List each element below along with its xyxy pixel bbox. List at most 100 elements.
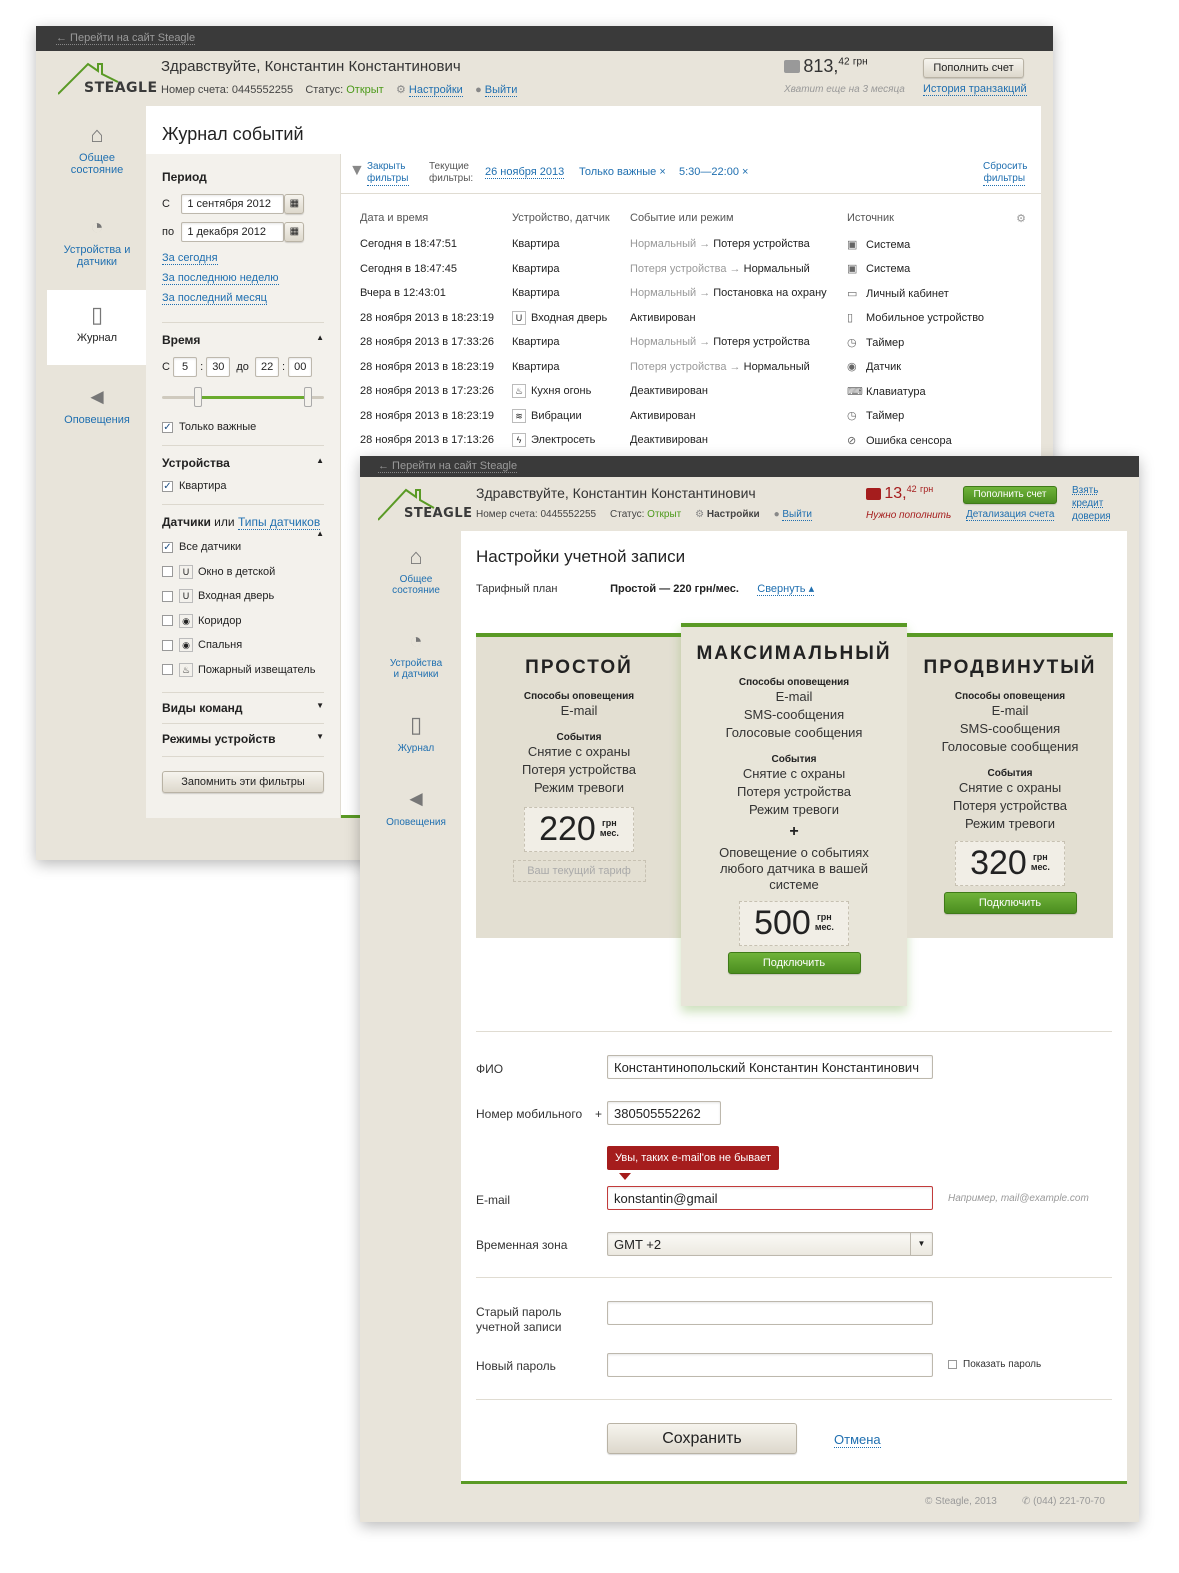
save-button[interactable]: Сохранить bbox=[607, 1423, 797, 1454]
checkbox-checked[interactable]: ✓ bbox=[162, 421, 173, 433]
dropdown-arrow-icon[interactable]: ▼ bbox=[910, 1233, 932, 1255]
back-to-site-link[interactable]: ← Перейти на сайт Steagle bbox=[378, 460, 518, 473]
col-event[interactable]: Событие или режим bbox=[630, 204, 847, 232]
sensor-item[interactable]: ◉ Спальня bbox=[162, 633, 324, 658]
commands-section[interactable]: Виды команд ▼ bbox=[162, 701, 324, 715]
nav-notifications[interactable]: ◄ Оповещения bbox=[47, 384, 147, 426]
nav-devices[interactable]: ◔ Устройства и датчики bbox=[47, 214, 147, 268]
filter-chip-important[interactable]: Только важные × bbox=[579, 166, 666, 178]
checkbox[interactable] bbox=[162, 615, 173, 627]
collapse-arrow-icon[interactable]: ▲ bbox=[316, 529, 324, 538]
save-filters-button[interactable]: Запомнить эти фильтры bbox=[162, 771, 324, 793]
reset-filters-link[interactable]: Сбросить фильтры bbox=[983, 161, 1027, 186]
checkbox-checked[interactable]: ✓ bbox=[162, 480, 173, 492]
nav-devices-label: Устройства и датчики bbox=[389, 658, 443, 680]
nav-journal[interactable]: ▯ Журнал bbox=[366, 712, 466, 754]
min-to-input[interactable]: 00 bbox=[288, 357, 313, 377]
quick-today[interactable]: За сегодня bbox=[162, 252, 218, 265]
eye-icon: ◉ bbox=[179, 613, 193, 628]
checkbox[interactable] bbox=[162, 566, 173, 578]
cancel-link[interactable]: Отмена bbox=[834, 1432, 881, 1448]
topup-button[interactable]: Пополнить счет bbox=[923, 58, 1024, 78]
table-row[interactable]: 28 ноября 2013 в 17:33:26 Квартира Нормаль… bbox=[360, 330, 1026, 355]
table-row[interactable]: 28 ноября 2013 в 18:23:19 Квартира Потеря … bbox=[360, 355, 1026, 380]
settings-link[interactable]: Настройки bbox=[408, 84, 463, 97]
hour-to-input[interactable]: 22 bbox=[254, 357, 279, 377]
checkbox[interactable] bbox=[948, 1359, 957, 1369]
filter-chip-date[interactable]: 26 ноября 2013 bbox=[485, 166, 565, 179]
quick-week[interactable]: За последнюю неделю bbox=[162, 272, 279, 285]
table-row[interactable]: 28 ноября 2013 в 18:23:19 U Входная дверь … bbox=[360, 306, 1026, 331]
email-input[interactable]: konstantin@gmail bbox=[607, 1186, 933, 1210]
logout-link[interactable]: Выйти bbox=[782, 509, 812, 521]
hour-from-input[interactable]: 5 bbox=[173, 357, 198, 377]
cell-device: Квартира bbox=[512, 287, 560, 300]
logout-link[interactable]: Выйти bbox=[484, 84, 518, 97]
new-password-input[interactable] bbox=[607, 1353, 933, 1377]
cell-date: 28 ноября 2013 в 18:23:19 bbox=[360, 360, 494, 373]
slider-handle-right[interactable] bbox=[304, 387, 312, 407]
cell-source: ◷ Таймер bbox=[847, 336, 905, 349]
events-label: События bbox=[556, 732, 602, 743]
nav-notifications[interactable]: ◄ Оповещения bbox=[366, 786, 466, 828]
sensor-item[interactable]: ◉ Коридор bbox=[162, 609, 324, 634]
table-row[interactable]: Сегодня в 18:47:51 Квартира Нормальный → П… bbox=[360, 232, 1026, 257]
topup-button[interactable]: Пополнить счет bbox=[963, 486, 1057, 504]
phone-input[interactable]: 380505552262 bbox=[607, 1101, 721, 1125]
checkbox[interactable] bbox=[162, 664, 173, 676]
sensor-item[interactable]: ♨ Пожарный извещатель bbox=[162, 658, 324, 683]
col-date[interactable]: Дата и время bbox=[360, 204, 512, 232]
nav-journal-active[interactable]: ▯ Журнал bbox=[47, 290, 147, 365]
checkbox[interactable] bbox=[162, 590, 173, 602]
device-apartment[interactable]: ✓ Квартира bbox=[162, 480, 324, 492]
connect-button[interactable]: Подключить bbox=[727, 952, 861, 974]
table-row[interactable]: 28 ноября 2013 в 17:13:26 ϟ Электросеть Де… bbox=[360, 428, 1026, 453]
back-to-site-link[interactable]: ← Перейти на сайт Steagle bbox=[56, 32, 196, 45]
old-password-input[interactable] bbox=[607, 1301, 933, 1325]
close-filters-link[interactable]: Закрыть фильтры bbox=[367, 161, 409, 186]
slider-handle-left[interactable] bbox=[194, 387, 202, 407]
show-password-toggle[interactable]: Показать пароль bbox=[948, 1359, 1041, 1370]
nav-overview[interactable]: ⌂ Общее состояние bbox=[47, 122, 147, 176]
device-icon: ♨ bbox=[512, 384, 526, 399]
sensor-item[interactable]: U Окно в детской bbox=[162, 560, 324, 585]
timezone-select[interactable]: GMT +2 ▼ bbox=[607, 1232, 933, 1256]
funnel-icon[interactable]: ▼ bbox=[349, 162, 365, 180]
collapse-link[interactable]: Свернуть ▴ bbox=[757, 583, 815, 596]
connect-button[interactable]: Подключить bbox=[943, 892, 1077, 914]
sensor-item[interactable]: ✓ Все датчики bbox=[162, 535, 324, 560]
sensor-list: ✓ Все датчики U Окно в детской U Входная дв… bbox=[162, 535, 324, 682]
checkbox-checked[interactable]: ✓ bbox=[162, 541, 173, 553]
sensor-item[interactable]: U Входная дверь bbox=[162, 584, 324, 609]
filter-chip-time[interactable]: 5:30—22:00 × bbox=[679, 166, 748, 178]
table-row[interactable]: 28 ноября 2013 в 18:23:19 ≋ Вибрации Актив… bbox=[360, 404, 1026, 429]
table-row[interactable]: 28 ноября 2013 в 17:23:26 ♨ Кухня огонь Де… bbox=[360, 379, 1026, 404]
table-row[interactable]: Сегодня в 18:47:45 Квартира Потеря устройс… bbox=[360, 257, 1026, 282]
date-from-input[interactable]: 1 сентября 2012 bbox=[181, 194, 285, 214]
date-to-input[interactable]: 1 декабря 2012 bbox=[181, 222, 285, 242]
collapse-arrow-icon[interactable]: ▲ bbox=[316, 456, 324, 465]
balance-currency: грн bbox=[919, 484, 934, 494]
time-slider[interactable] bbox=[162, 385, 324, 409]
collapse-arrow-icon[interactable]: ▲ bbox=[316, 333, 324, 342]
history-link[interactable]: История транзакций bbox=[923, 83, 1027, 96]
checkbox[interactable] bbox=[162, 639, 173, 651]
min-from-input[interactable]: 30 bbox=[206, 357, 231, 377]
nav-overview[interactable]: ⌂ Общее состояние bbox=[366, 544, 466, 596]
cell-event: Потеря устройства → Нормальный bbox=[630, 360, 810, 373]
nav-devices[interactable]: ◔ Устройства и датчики bbox=[366, 628, 466, 680]
col-source[interactable]: Источник ⚙ bbox=[847, 204, 1026, 232]
modes-section[interactable]: Режимы устройств ▼ bbox=[162, 732, 324, 746]
fio-input[interactable]: Константинопольский Константин Константи… bbox=[607, 1055, 933, 1079]
details-link[interactable]: Детализация счета bbox=[966, 509, 1055, 521]
credit-link[interactable]: Взять кредит доверия bbox=[1072, 484, 1117, 523]
quick-month[interactable]: За последний месяц bbox=[162, 292, 267, 305]
col-device[interactable]: Устройство, датчик bbox=[512, 204, 630, 232]
tariff-value: Простой — 220 грн/мес. bbox=[610, 583, 739, 595]
gear-icon[interactable]: ⚙ bbox=[1016, 212, 1026, 225]
sensor-types-link[interactable]: Типы датчиков bbox=[237, 515, 321, 530]
calendar-icon[interactable]: ▦ bbox=[284, 194, 305, 214]
important-only[interactable]: ✓ Только важные bbox=[162, 421, 324, 433]
calendar-icon[interactable]: ▦ bbox=[284, 222, 305, 242]
table-row[interactable]: Вчера в 12:43:01 Квартира Нормальный → Пос… bbox=[360, 281, 1026, 306]
